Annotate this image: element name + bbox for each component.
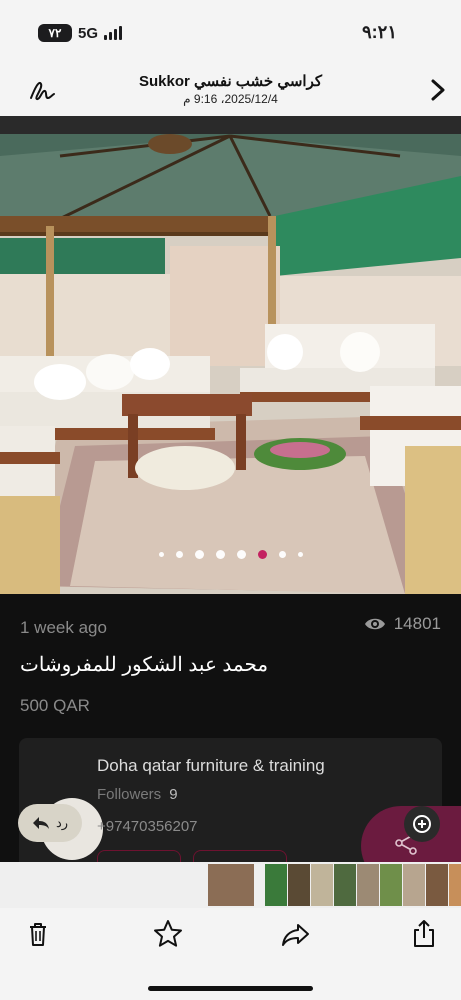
- thumbnail[interactable]: [288, 864, 310, 906]
- views-value: 14801: [393, 614, 441, 633]
- gallery-dot[interactable]: [194, 550, 204, 559]
- chevron-right-icon[interactable]: [427, 76, 449, 104]
- header-title: كراسي خشب نفسي Sukkor: [138, 73, 323, 90]
- thumbnail[interactable]: [334, 864, 356, 906]
- home-indicator[interactable]: [148, 986, 313, 991]
- gallery-dot[interactable]: [215, 550, 225, 559]
- gallery-dot-active[interactable]: [257, 550, 267, 559]
- listing-price: 500 QAR: [20, 696, 90, 715]
- gallery-dot[interactable]: [297, 552, 303, 557]
- bottom-toolbar: [0, 908, 461, 1000]
- eye-icon: [364, 618, 385, 630]
- thumbnail[interactable]: [380, 864, 402, 906]
- gallery-dot[interactable]: [158, 552, 164, 557]
- star-icon[interactable]: [152, 918, 184, 950]
- chat-header: كراسي خشب نفسي Sukkor 2025/12/4، 9:16 م: [0, 66, 461, 116]
- signal-icon: [104, 26, 123, 40]
- gallery-dot[interactable]: [278, 551, 286, 558]
- reply-button[interactable]: رد: [18, 804, 82, 842]
- status-time: ٩:٢١: [362, 22, 397, 42]
- followers-label: Followers: [97, 786, 162, 803]
- followers-count: 9: [169, 786, 178, 803]
- battery-indicator: ٧٢: [38, 24, 72, 42]
- reply-label: رد: [55, 815, 69, 830]
- gallery-dot[interactable]: [236, 550, 246, 559]
- thumbnail[interactable]: [208, 864, 254, 906]
- thumbnail-strip[interactable]: [0, 862, 461, 908]
- seller-phone[interactable]: +97470356207: [97, 818, 198, 835]
- reply-arrow-icon: [32, 817, 49, 829]
- views-count: 14801: [364, 614, 441, 634]
- trash-icon[interactable]: [22, 918, 54, 950]
- share-up-icon[interactable]: [408, 918, 440, 950]
- posted-time: 1 week ago: [20, 618, 107, 637]
- thumbnail[interactable]: [311, 864, 333, 906]
- followers-row: Followers 9: [97, 786, 178, 803]
- thumbnail[interactable]: [357, 864, 379, 906]
- thumbnail[interactable]: [426, 864, 448, 906]
- signature-icon[interactable]: [28, 76, 56, 104]
- network-type: 5G: [78, 24, 99, 42]
- status-bar: ٧٢ 5G ٩:٢١: [0, 0, 461, 66]
- seller-name[interactable]: Doha qatar furniture & training: [97, 756, 325, 776]
- thumbnail[interactable]: [449, 864, 461, 906]
- forward-icon[interactable]: [280, 918, 312, 950]
- thumbnail[interactable]: [403, 864, 425, 906]
- listing-title: محمد عبد الشكور للمفروشات: [20, 654, 269, 676]
- thumbnail[interactable]: [265, 864, 287, 906]
- gallery-dot[interactable]: [175, 551, 183, 558]
- header-subtitle: 2025/12/4، 9:16 م: [183, 92, 278, 106]
- add-sticker-icon[interactable]: [404, 806, 440, 842]
- status-left: ٧٢ 5G: [38, 24, 123, 42]
- listing-photo[interactable]: [0, 116, 461, 594]
- gallery-dots[interactable]: [0, 550, 461, 559]
- gazebo-scene-image: [0, 116, 461, 594]
